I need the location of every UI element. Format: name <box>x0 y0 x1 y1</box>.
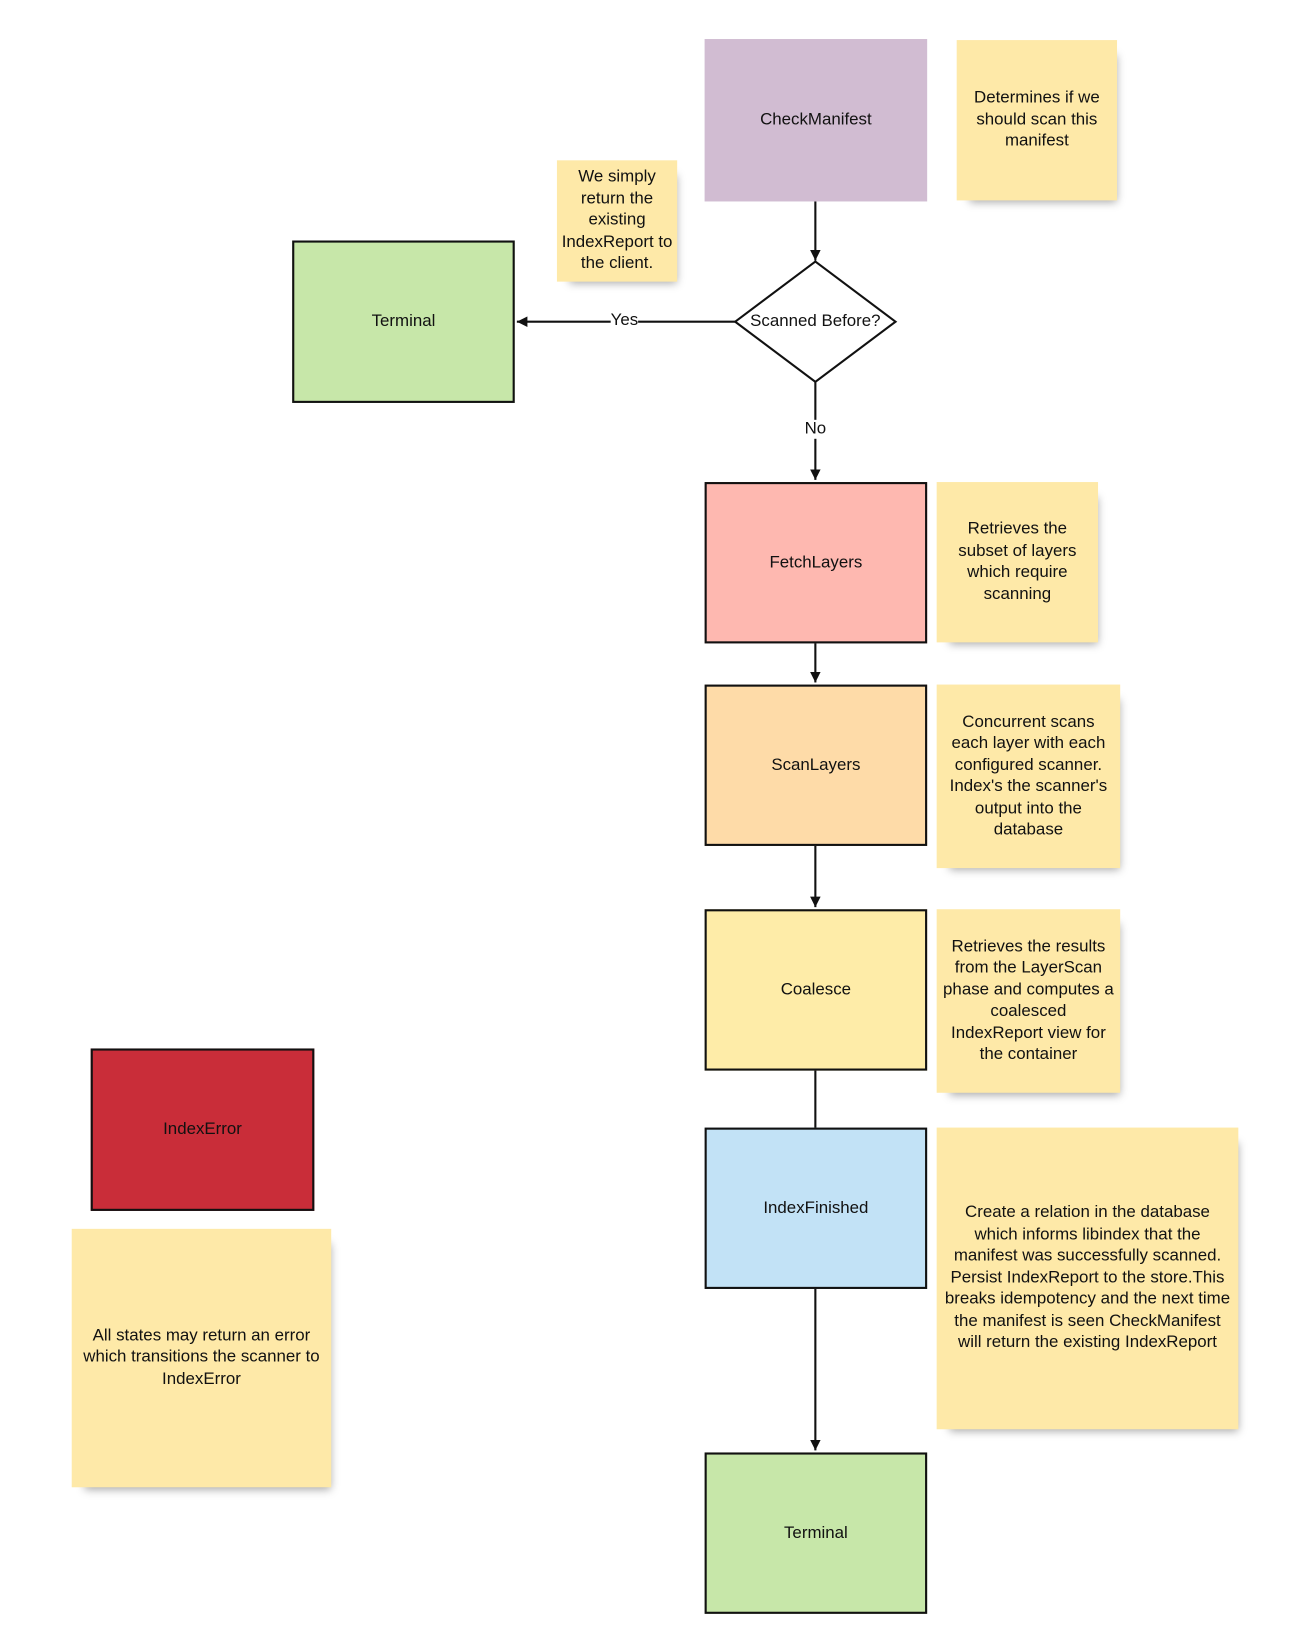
edge-label-yes: Yes <box>610 311 639 331</box>
node-terminal-top[interactable]: Terminal <box>292 240 515 403</box>
note-terminal-top: We simply return the existing IndexRepor… <box>556 160 678 282</box>
note-coalesce: Retrieves the results from the LayerScan… <box>936 909 1121 1093</box>
note-scan-layers: Concurrent scans each layer with each co… <box>936 684 1121 869</box>
node-scan-layers[interactable]: ScanLayers <box>704 684 928 846</box>
decision-label: Scanned Before? <box>750 312 881 331</box>
node-terminal-bottom[interactable]: Terminal <box>704 1452 928 1614</box>
node-coalesce[interactable]: Coalesce <box>704 909 928 1071</box>
note-index-finished: Create a relation in the database which … <box>936 1127 1239 1430</box>
node-index-finished[interactable]: IndexFinished <box>704 1127 928 1289</box>
note-fetch-layers: Retrieves the subset of layers which req… <box>936 482 1099 643</box>
note-index-error: All states may return an error which tra… <box>71 1228 332 1488</box>
note-check-manifest: Determines if we should scan this manife… <box>956 40 1118 201</box>
edge-label-no: No <box>804 419 827 439</box>
node-check-manifest[interactable]: CheckManifest <box>704 39 928 202</box>
node-fetch-layers[interactable]: FetchLayers <box>704 482 928 644</box>
flowchart-canvas: Scanned Before? Yes No CheckManifest Det… <box>0 0 1308 1641</box>
node-index-error[interactable]: IndexError <box>90 1048 315 1211</box>
